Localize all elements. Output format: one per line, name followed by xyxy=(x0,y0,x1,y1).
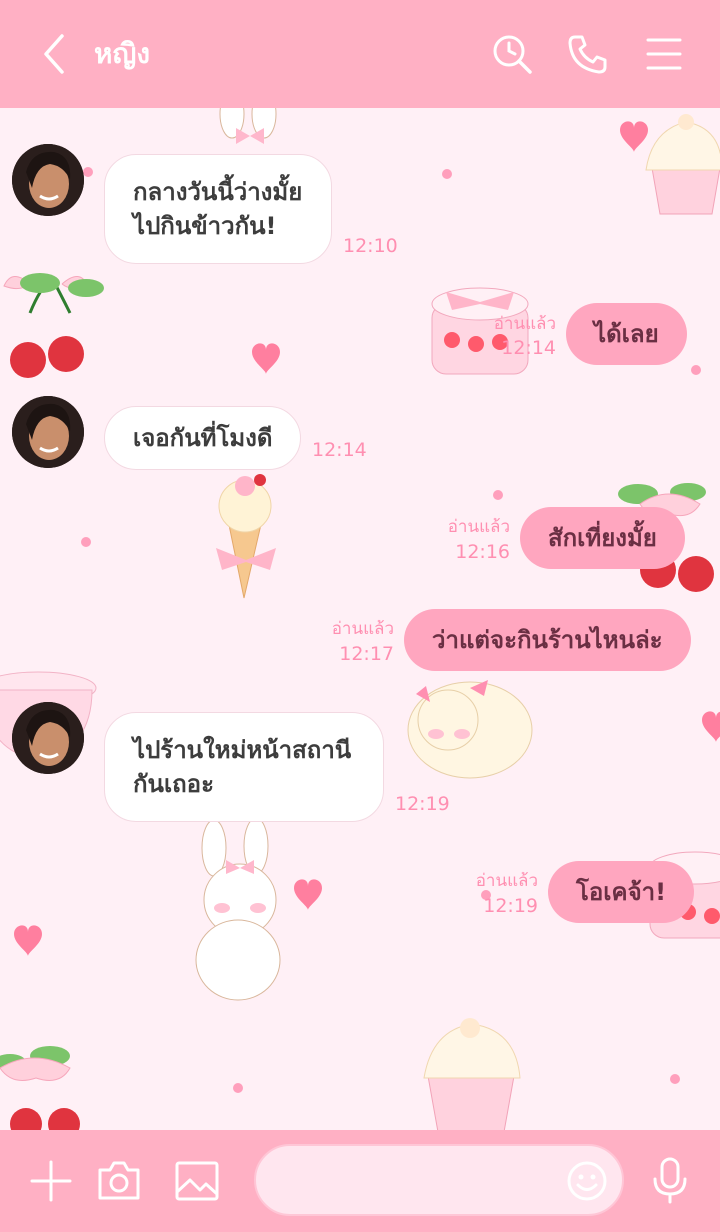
voice-message-button[interactable] xyxy=(650,1156,690,1208)
avatar-photo-icon xyxy=(12,396,84,468)
message-text-line: กลางวันนี้ว่างมั้ย xyxy=(133,178,303,206)
avatar[interactable] xyxy=(12,396,84,468)
message-bubble-incoming[interactable]: กลางวันนี้ว่างมั้ย ไปกินข้าวกัน! xyxy=(104,154,332,264)
read-receipt: อ่านแล้ว xyxy=(493,314,556,334)
phone-icon xyxy=(568,35,607,74)
call-button[interactable] xyxy=(566,32,610,76)
message-time: 12:10 xyxy=(343,235,398,257)
add-attachment-button[interactable] xyxy=(30,1160,72,1206)
message-bubble-outgoing[interactable]: สักเที่ยงมั้ย xyxy=(520,507,685,569)
message-composer xyxy=(0,1130,720,1232)
message-text-line: ไปกินข้าวกัน! xyxy=(133,212,277,240)
message-time: 12:14 xyxy=(312,439,367,461)
message-text-line: ได้เลย xyxy=(594,320,659,348)
message-time: 12:14 xyxy=(501,337,556,359)
message-text-line: สักเที่ยงมั้ย xyxy=(548,524,657,552)
avatar-photo-icon xyxy=(12,144,84,216)
chat-header: หญิง xyxy=(0,0,720,108)
chat-screen: หญิง กลางวันนี้ว่างมั้ย ไปกินข้าวกัน! 12… xyxy=(0,0,720,1232)
image-icon xyxy=(175,1161,219,1201)
camera-button[interactable] xyxy=(96,1158,142,1206)
message-time: 12:19 xyxy=(395,793,450,815)
message-bubble-incoming[interactable]: ไปร้านใหม่หน้าสถานี กันเถอะ xyxy=(104,712,384,822)
message-time: 12:16 xyxy=(455,541,510,563)
emoji-icon xyxy=(567,1161,607,1201)
emoji-button[interactable] xyxy=(566,1160,608,1206)
avatar-photo-icon xyxy=(12,702,84,774)
message-time: 12:17 xyxy=(339,643,394,665)
back-button[interactable] xyxy=(36,32,76,76)
gallery-button[interactable] xyxy=(174,1160,220,1206)
message-bubble-outgoing[interactable]: ว่าแต่จะกินร้านไหนล่ะ xyxy=(404,609,691,671)
message-text-line: ไปร้านใหม่หน้าสถานี xyxy=(133,736,352,764)
microphone-icon xyxy=(653,1157,687,1204)
read-receipt: อ่านแล้ว xyxy=(447,517,510,537)
read-receipt: อ่านแล้ว xyxy=(475,871,538,891)
message-bubble-outgoing[interactable]: โอเคจ้า! xyxy=(548,861,695,923)
message-text-line: โอเคจ้า! xyxy=(576,878,667,906)
search-history-button[interactable] xyxy=(490,32,534,76)
search-clock-icon xyxy=(493,35,532,74)
camera-icon xyxy=(98,1161,140,1200)
message-bubble-outgoing[interactable]: ได้เลย xyxy=(566,303,687,365)
avatar[interactable] xyxy=(12,702,84,774)
message-text-line: เจอกันที่โมงดี xyxy=(133,424,273,452)
plus-icon xyxy=(30,1160,72,1202)
message-text-line: กันเถอะ xyxy=(133,770,214,798)
back-chevron-icon xyxy=(44,34,64,74)
message-bubble-incoming[interactable]: เจอกันที่โมงดี xyxy=(104,406,302,470)
message-time: 12:19 xyxy=(483,895,538,917)
menu-button[interactable] xyxy=(642,32,686,76)
message-text-line: ว่าแต่จะกินร้านไหนล่ะ xyxy=(432,626,663,654)
menu-icon xyxy=(646,38,682,70)
avatar[interactable] xyxy=(12,144,84,216)
read-receipt: อ่านแล้ว xyxy=(331,619,394,639)
chat-title: หญิง xyxy=(94,37,150,70)
